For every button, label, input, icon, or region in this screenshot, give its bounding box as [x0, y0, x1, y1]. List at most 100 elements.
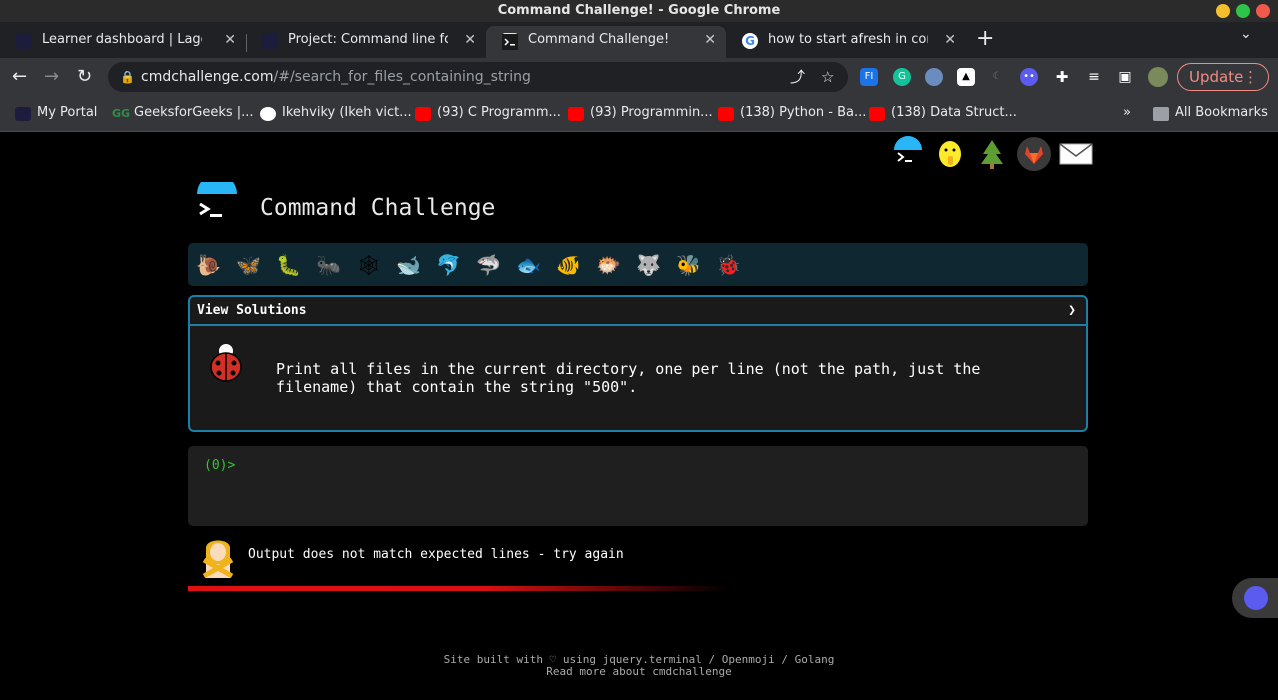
tab-label: Command Challenge!: [528, 32, 670, 47]
tropical-fish-icon[interactable]: 🐠: [556, 254, 581, 276]
url-path: /#/search_for_files_containing_string: [273, 69, 531, 85]
tab-project[interactable]: Project: Command line for the ✕: [246, 26, 486, 58]
bookmark-label: (138) Python - Ba...: [740, 105, 867, 120]
challenge-line-1: Print all files in the current directory…: [276, 360, 981, 378]
extension-circle-icon[interactable]: [925, 68, 943, 86]
bookmark-geeksforgeeks[interactable]: GG GeeksforGeeks |...: [112, 105, 254, 120]
alx-icon: [16, 33, 32, 49]
bookmark-star-icon[interactable]: ☆: [821, 62, 834, 92]
window-titlebar: Command Challenge! - Google Chrome: [0, 0, 1278, 22]
tab-learner-dashboard[interactable]: Learner dashboard | Lagos In ✕: [0, 26, 246, 58]
bookmark-label: GeeksforGeeks |...: [134, 105, 254, 120]
bookmarks-bar: My Portal GG GeeksforGeeks |... Ikehviky …: [0, 96, 1278, 132]
site-footer: Site built with ♡ using jquery.terminal …: [0, 654, 1278, 678]
youtube-icon: [415, 107, 431, 121]
challenge-card: View Solutions ❯ Print all files in the …: [188, 295, 1088, 432]
bookmark-label: Ikehviky (Ikeh vict...: [282, 105, 412, 120]
chevron-right-icon: ❯: [1068, 303, 1076, 318]
extensions-puzzle-icon[interactable]: ✚: [1053, 68, 1071, 86]
all-bookmarks-folder[interactable]: All Bookmarks: [1153, 105, 1268, 121]
close-tab-icon[interactable]: ✕: [464, 26, 476, 54]
alx-icon: [262, 33, 278, 49]
close-tab-icon[interactable]: ✕: [944, 26, 956, 54]
gitlab-icon[interactable]: [1016, 136, 1052, 172]
whale-icon[interactable]: 🐋: [396, 254, 421, 276]
tab-strip: Learner dashboard | Lagos In ✕ Project: …: [0, 22, 1278, 58]
back-arrow-icon[interactable]: ←: [12, 64, 27, 90]
bookmark-youtube-python[interactable]: (138) Python - Ba...: [718, 105, 867, 121]
shark-icon[interactable]: 🦈: [476, 254, 501, 276]
tab-google-search[interactable]: G how to start afresh in comma ✕: [726, 26, 966, 58]
close-window-button[interactable]: [1256, 4, 1270, 18]
bookmark-label: (138) Data Struct...: [891, 105, 1017, 120]
dolphin-icon[interactable]: 🐬: [436, 254, 461, 276]
tab-search-chevron-icon[interactable]: ⌄: [1240, 26, 1252, 42]
extension-fi-icon[interactable]: FI: [860, 68, 878, 86]
github-icon: [260, 107, 276, 121]
tree-icon[interactable]: [974, 136, 1010, 172]
tab-command-challenge[interactable]: Command Challenge! ✕: [486, 26, 726, 58]
level-icons-bar: 🐌 🦋 🐛 🐜 🕸 🐋 🐬 🦈 🐟 🐠 🐡 🐺 🐝 🐞: [188, 243, 1088, 286]
update-button[interactable]: Update ⋮: [1177, 63, 1269, 91]
footer-read-more-link[interactable]: Read more about cmdchallenge: [0, 666, 1278, 678]
error-status-bar: [188, 586, 728, 591]
minimize-button[interactable]: [1216, 4, 1230, 18]
gfg-icon: GG: [112, 107, 131, 120]
avatar[interactable]: [1148, 67, 1168, 87]
browser-toolbar: ← → ↻ 🔒 cmdchallenge.com/#/search_for_fi…: [0, 58, 1278, 96]
terminal-logo-icon[interactable]: [890, 136, 926, 172]
bookmark-youtube-c[interactable]: (93) C Programm...: [415, 105, 561, 121]
bee-icon[interactable]: 🐝: [676, 254, 701, 276]
envelope-icon[interactable]: [1058, 136, 1094, 172]
challenge-line-2: filename) that contain the string "500".: [276, 378, 638, 396]
bookmark-my-portal[interactable]: My Portal: [15, 105, 98, 121]
bookmark-label: (93) C Programm...: [437, 105, 561, 120]
bookmark-youtube-data[interactable]: (138) Data Struct...: [869, 105, 1017, 121]
snail-icon[interactable]: 🐌: [196, 254, 221, 276]
bookmark-label: (93) Programmin...: [590, 105, 713, 120]
new-tab-button[interactable]: +: [976, 24, 994, 54]
spider-web-icon[interactable]: 🕸: [356, 254, 381, 276]
overflow-chevron-icon: »: [1123, 105, 1131, 120]
reading-list-icon[interactable]: ≡: [1085, 68, 1103, 86]
address-bar[interactable]: 🔒 cmdchallenge.com/#/search_for_files_co…: [108, 62, 848, 92]
tab-label: Project: Command line for the: [288, 32, 448, 47]
google-icon: G: [742, 33, 758, 49]
forward-arrow-icon[interactable]: →: [44, 64, 59, 90]
ladybug-icon[interactable]: 🐞: [716, 254, 741, 276]
bookmark-label: My Portal: [37, 105, 98, 120]
tab-label: how to start afresh in comma: [768, 32, 928, 47]
view-solutions-label: View Solutions: [197, 303, 307, 318]
caterpillar-icon[interactable]: 🐛: [276, 254, 301, 276]
ant-icon[interactable]: 🐜: [316, 254, 341, 276]
fish-icon[interactable]: 🐟: [516, 254, 541, 276]
view-solutions-toggle[interactable]: View Solutions ❯: [190, 297, 1086, 326]
bookmark-youtube-programming[interactable]: (93) Programmin...: [568, 105, 713, 121]
wolf-icon[interactable]: 🐺: [636, 254, 661, 276]
side-panel-icon[interactable]: ▣: [1116, 68, 1134, 86]
extension-bot-icon[interactable]: ••: [1020, 68, 1038, 86]
grammarly-icon[interactable]: G: [893, 68, 911, 86]
lock-icon: 🔒: [120, 70, 135, 84]
update-label: Update: [1189, 68, 1244, 86]
bookmark-github[interactable]: Ikehviky (Ikeh vict...: [260, 105, 412, 121]
ladybug-icon: [210, 344, 242, 382]
maximize-button[interactable]: [1236, 4, 1250, 18]
shushing-face-icon[interactable]: [932, 136, 968, 172]
terminal-input-area[interactable]: (0)>: [188, 446, 1088, 526]
challenge-description: Print all files in the current directory…: [276, 360, 980, 396]
close-tab-icon[interactable]: ✕: [224, 26, 236, 54]
folder-icon: [1153, 107, 1169, 121]
tab-label: Learner dashboard | Lagos In: [42, 32, 202, 47]
bookmarks-overflow-button[interactable]: »: [1105, 105, 1131, 120]
extension-triangle-icon[interactable]: ▲: [957, 68, 975, 86]
youtube-icon: [718, 107, 734, 121]
share-icon[interactable]: ⤴: [790, 62, 805, 92]
extension-moon-icon[interactable]: ☾: [988, 68, 1006, 86]
chat-widget-button[interactable]: [1232, 578, 1278, 618]
reload-icon[interactable]: ↻: [77, 64, 92, 90]
butterfly-icon[interactable]: 🦋: [236, 254, 261, 276]
pufferfish-icon[interactable]: 🐡: [596, 254, 621, 276]
close-tab-icon[interactable]: ✕: [704, 26, 716, 54]
command-challenge-logo: [197, 182, 237, 217]
